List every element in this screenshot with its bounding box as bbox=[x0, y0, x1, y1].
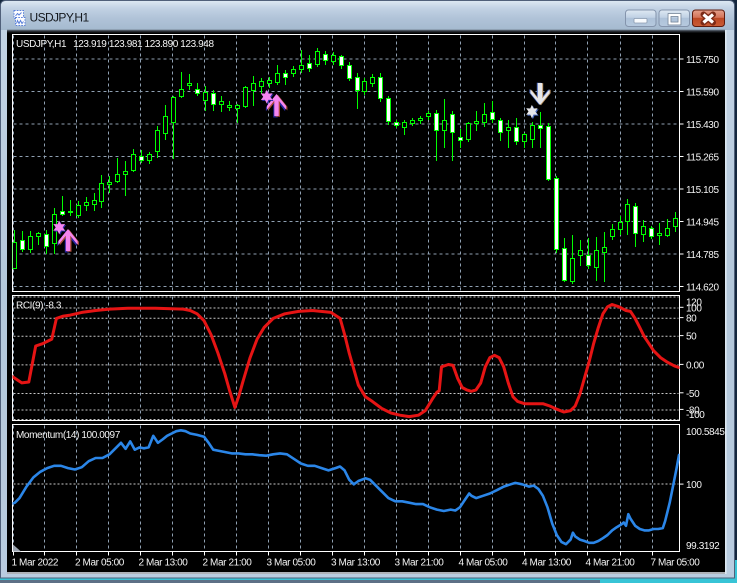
svg-text:-100: -100 bbox=[686, 410, 705, 421]
svg-text:3 Mar 13:00: 3 Mar 13:00 bbox=[331, 558, 381, 569]
svg-text:2 Mar 21:00: 2 Mar 21:00 bbox=[203, 558, 253, 569]
svg-text:3 Mar 21:00: 3 Mar 21:00 bbox=[395, 558, 445, 569]
svg-text:4 Mar 21:00: 4 Mar 21:00 bbox=[586, 558, 636, 569]
svg-text:2 Mar 13:00: 2 Mar 13:00 bbox=[139, 558, 189, 569]
svg-text:114.945: 114.945 bbox=[686, 218, 719, 229]
svg-text:115.265: 115.265 bbox=[686, 153, 719, 164]
svg-text:USDJPY,H1 123.919 123.981 123: USDJPY,H1 123.919 123.981 123.890 123.94… bbox=[16, 39, 214, 50]
svg-text:114.620: 114.620 bbox=[686, 283, 719, 294]
svg-text:115.590: 115.590 bbox=[686, 88, 719, 99]
svg-text:115.105: 115.105 bbox=[686, 185, 719, 196]
svg-text:114.785: 114.785 bbox=[686, 250, 719, 261]
svg-text:Momentum(14) 100.0097: Momentum(14) 100.0097 bbox=[16, 430, 121, 441]
svg-text:100: 100 bbox=[686, 480, 702, 491]
svg-text:0.00: 0.00 bbox=[686, 360, 705, 371]
svg-text:100.5845: 100.5845 bbox=[686, 427, 725, 438]
svg-text:4 Mar 13:00: 4 Mar 13:00 bbox=[522, 558, 572, 569]
svg-text:RCI(9) -8.3: RCI(9) -8.3 bbox=[16, 301, 62, 312]
svg-text:115.430: 115.430 bbox=[686, 120, 719, 131]
svg-text:USDJPY,H1: USDJPY,H1 bbox=[30, 11, 90, 25]
svg-text:99.3192: 99.3192 bbox=[686, 541, 720, 552]
svg-text:3 Mar 05:00: 3 Mar 05:00 bbox=[267, 558, 317, 569]
svg-text:2 Mar 05:00: 2 Mar 05:00 bbox=[75, 558, 125, 569]
svg-text:80: 80 bbox=[686, 314, 697, 325]
svg-text:7 Mar 05:00: 7 Mar 05:00 bbox=[651, 558, 701, 569]
svg-text:1 Mar 2022: 1 Mar 2022 bbox=[12, 558, 59, 569]
svg-text:50: 50 bbox=[686, 332, 697, 343]
svg-text:-50: -50 bbox=[686, 389, 700, 400]
svg-text:4 Mar 05:00: 4 Mar 05:00 bbox=[459, 558, 509, 569]
svg-text:115.750: 115.750 bbox=[686, 55, 719, 66]
